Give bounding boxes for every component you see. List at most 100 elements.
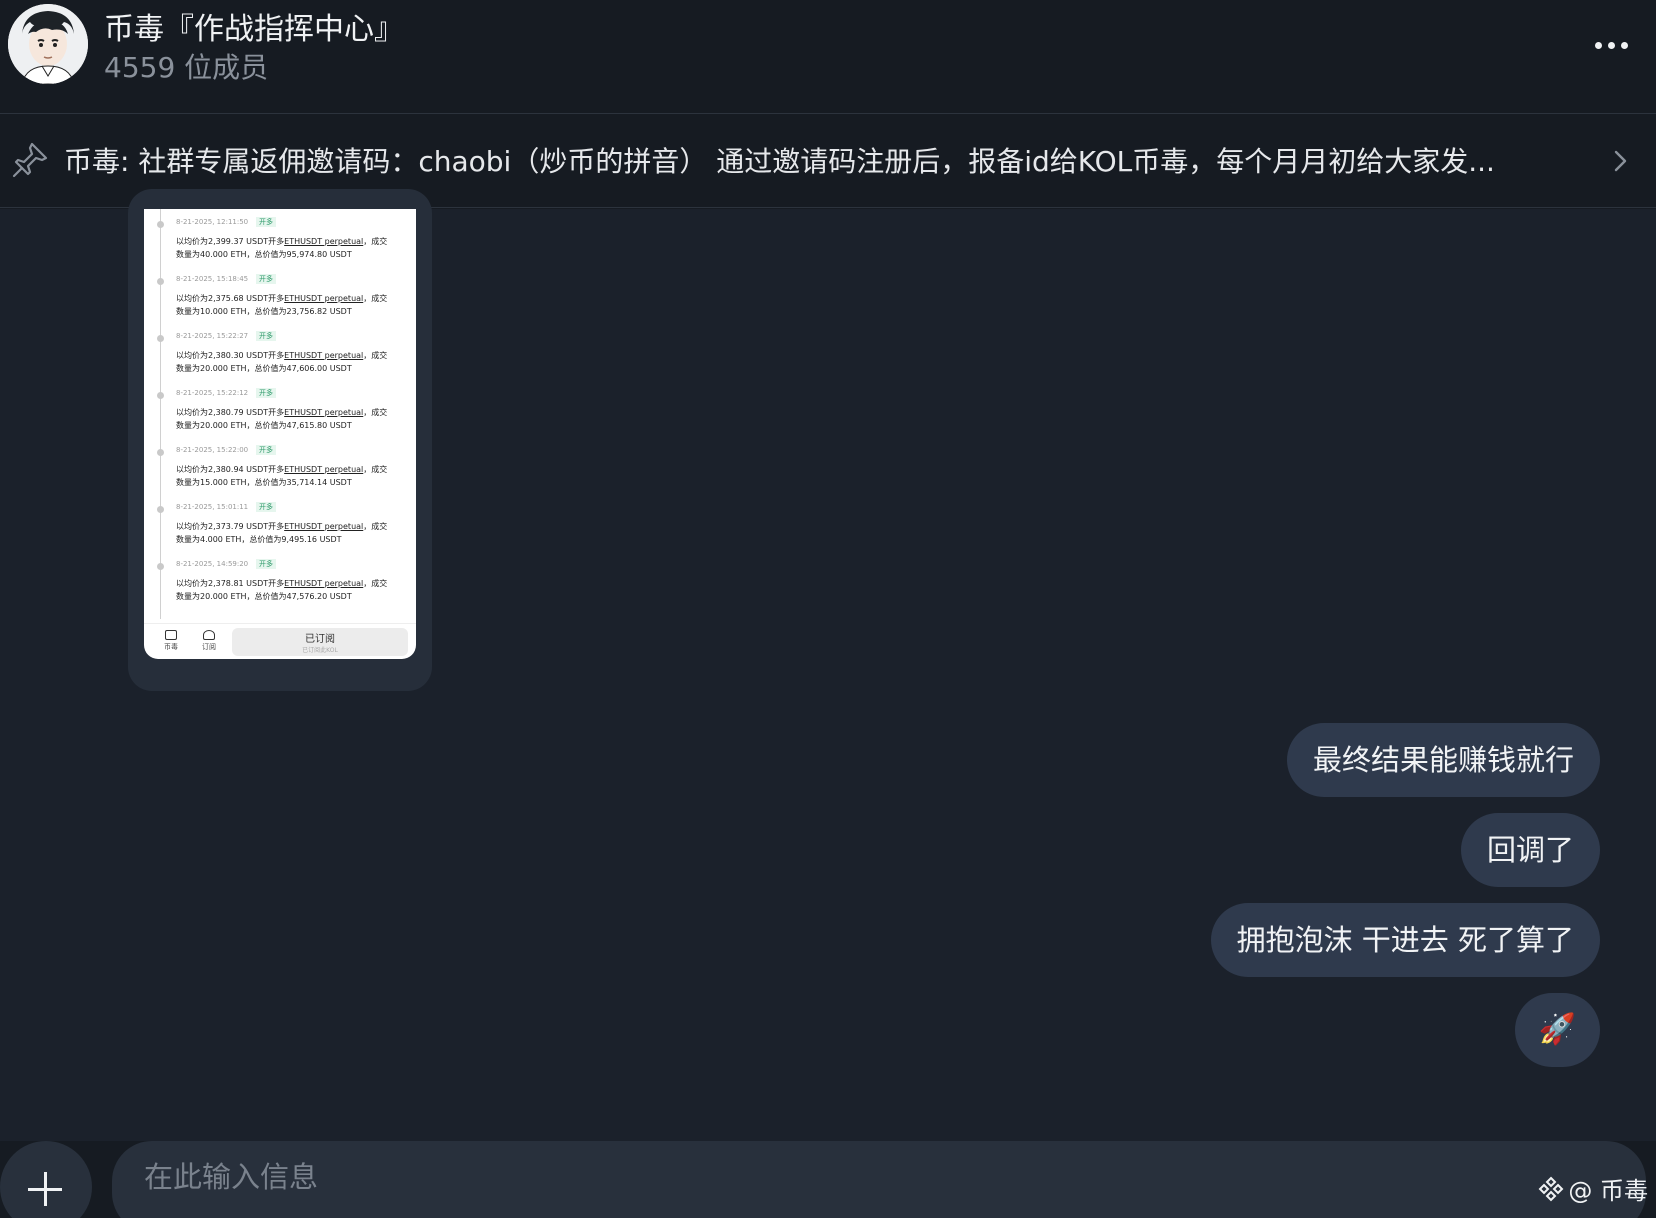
trade-entry: 8-21-2025, 15:22:27 开多以均价为2,380.30 USDT开多… xyxy=(144,323,416,381)
watermark: @ 币毒 xyxy=(1538,1171,1648,1206)
group-title: 币毒『作战指挥中心』 xyxy=(104,12,404,47)
trade-line-1: 以均价为2,380.94 USDT开多ETHUSDT perpetual，成交 xyxy=(176,464,387,475)
more-options-button[interactable] xyxy=(1586,30,1636,60)
trade-symbol-link[interactable]: ETHUSDT perpetual xyxy=(284,294,363,303)
composer-bar: @ 币毒 xyxy=(0,1141,1656,1218)
trade-line-1: 以均价为2,373.79 USDT开多ETHUSDT perpetual，成交 xyxy=(176,521,387,532)
trade-tag: 开多 xyxy=(256,445,276,455)
kol-tab-label: 币毒 xyxy=(164,643,178,651)
trade-entry: 8-21-2025, 15:01:11 开多以均价为2,373.79 USDT开多… xyxy=(144,494,416,552)
trade-tag: 开多 xyxy=(256,388,276,398)
trade-entry: 8-21-2025, 14:59:20 开多以均价为2,378.81 USDT开多… xyxy=(144,551,416,609)
add-attachment-button[interactable] xyxy=(0,1141,92,1218)
trade-symbol-link[interactable]: ETHUSDT perpetual xyxy=(284,351,363,360)
trade-line-2: 数量为20.000 ETH，总价值为47,615.80 USDT xyxy=(176,421,352,430)
trade-price-text: 以均价为2,399.37 USDT开多 xyxy=(176,237,285,246)
member-count: 4559 位成员 xyxy=(104,51,269,84)
trade-line-1: 以均价为2,399.37 USDT开多ETHUSDT perpetual，成交 xyxy=(176,236,387,247)
timeline-dot xyxy=(157,335,164,342)
message-text: 最终结果能赚钱就行 xyxy=(1312,743,1574,777)
kol-tab: 币毒 xyxy=(162,630,180,652)
chat-header: 币毒『作战指挥中心』 4559 位成员 xyxy=(0,0,1656,114)
trade-price-text: 以均价为2,380.94 USDT开多 xyxy=(176,465,285,474)
trade-line-2: 数量为40.000 ETH，总价值为95,974.80 USDT xyxy=(176,250,352,259)
screenshot-bottom-bar: 币毒 订阅 已订阅 已订阅此KOL xyxy=(144,623,416,659)
bell-icon xyxy=(203,630,215,640)
trade-symbol-link[interactable]: ETHUSDT perpetual xyxy=(284,579,363,588)
more-horizontal-icon xyxy=(1594,41,1602,49)
message-bubble[interactable]: 拥抱泡沫 干进去 死了算了 xyxy=(1210,903,1600,977)
pin-icon xyxy=(12,142,48,178)
trade-symbol-link[interactable]: ETHUSDT perpetual xyxy=(284,522,363,531)
timeline-dot xyxy=(157,449,164,456)
message-bubble[interactable]: 最终结果能赚钱就行 xyxy=(1286,723,1600,797)
trade-history-screenshot[interactable]: 8-21-2025, 12:11:50 开多 以均价为2,399.37 USDT开多… xyxy=(144,209,416,659)
trade-tag: 开多 xyxy=(256,331,276,341)
trade-suffix-text: ，成交 xyxy=(363,522,388,531)
trade-tag: 开多 xyxy=(256,217,276,227)
subscribed-sublabel: 已订阅此KOL xyxy=(302,647,338,654)
message-input[interactable] xyxy=(112,1141,1646,1218)
trade-line-1: 以均价为2,380.30 USDT开多ETHUSDT perpetual，成交 xyxy=(176,350,387,361)
square-icon xyxy=(165,630,177,640)
trade-line-2: 数量为15.000 ETH，总价值为35,714.14 USDT xyxy=(176,478,352,487)
subscribed-button: 已订阅 已订阅此KOL xyxy=(232,628,408,656)
trade-date: 8-21-2025, 15:22:00 xyxy=(176,446,249,454)
timeline-dot xyxy=(157,392,164,399)
avatar-illustration xyxy=(8,4,88,84)
trade-price-text: 以均价为2,375.68 USDT开多 xyxy=(176,294,285,303)
trade-line-1: 以均价为2,380.79 USDT开多ETHUSDT perpetual，成交 xyxy=(176,407,387,418)
trade-line-2: 数量为10.000 ETH，总价值为23,756.82 USDT xyxy=(176,307,352,316)
timeline-dot xyxy=(157,563,164,570)
message-text: 回调了 xyxy=(1486,833,1574,867)
trade-suffix-text: ，成交 xyxy=(363,579,388,588)
trade-symbol-link[interactable]: ETHUSDT perpetual xyxy=(284,408,363,417)
trade-symbol-link[interactable]: ETHUSDT perpetual xyxy=(284,465,363,474)
trade-date: 8-21-2025, 15:22:27 xyxy=(176,332,249,340)
trade-line-2: 数量为20.000 ETH，总价值为47,576.20 USDT xyxy=(176,592,352,601)
trade-price-text: 以均价为2,380.79 USDT开多 xyxy=(176,408,285,417)
trade-date: 8-21-2025, 12:11:50 xyxy=(176,218,249,226)
trade-entry: 8-21-2025, 15:22:12 开多 以均价为2,380.79 USDT开多… xyxy=(144,380,416,438)
trade-line-2: 数量为4.000 ETH，总价值为9,495.16 USDT xyxy=(176,535,342,544)
trade-suffix-text: ，成交 xyxy=(363,408,388,417)
trade-date: 8-21-2025, 14:59:20 xyxy=(176,560,249,568)
trade-line-2: 数量为20.000 ETH，总价值为47,606.00 USDT xyxy=(176,364,352,373)
trade-tag: 开多 xyxy=(256,559,276,569)
chevron-right-icon[interactable] xyxy=(1608,146,1632,176)
trade-symbol-link[interactable]: ETHUSDT perpetual xyxy=(284,237,363,246)
emoji-message-bubble[interactable]: 🚀 xyxy=(1514,993,1600,1067)
binance-logo-icon xyxy=(1538,1176,1564,1201)
timeline-dot xyxy=(157,506,164,513)
watermark-text: @ 币毒 xyxy=(1568,1177,1648,1205)
trade-price-text: 以均价为2,378.81 USDT开多 xyxy=(176,579,285,588)
trade-suffix-text: ，成交 xyxy=(363,237,388,246)
subscribe-tab: 订阅 xyxy=(200,630,218,652)
trade-entry: 8-21-2025, 15:18:45 开多以均价为2,375.68 USDT开多… xyxy=(144,266,416,324)
subscribe-tab-label: 订阅 xyxy=(202,643,216,651)
trade-tag: 开多 xyxy=(256,274,276,284)
trade-line-1: 以均价为2,375.68 USDT开多ETHUSDT perpetual，成交 xyxy=(176,293,387,304)
pinned-message-text: 币毒: 社群专属返佣邀请码：chaobi（炒币的拼音） 通过邀请码注册后，报备i… xyxy=(64,145,1495,178)
trade-line-1: 以均价为2,378.81 USDT开多ETHUSDT perpetual，成交 xyxy=(176,578,387,589)
trade-suffix-text: ，成交 xyxy=(363,465,388,474)
trade-date: 8-21-2025, 15:18:45 xyxy=(176,275,249,283)
more-horizontal-icon xyxy=(1620,41,1628,49)
trade-tag: 开多 xyxy=(256,502,276,512)
timeline-dot xyxy=(157,221,164,228)
chat-messages[interactable]: 8-21-2025, 12:11:50 开多 以均价为2,399.37 USDT开多… xyxy=(0,189,1656,1141)
trade-price-text: 以均价为2,373.79 USDT开多 xyxy=(176,522,285,531)
trade-suffix-text: ，成交 xyxy=(363,294,388,303)
trade-entry: 8-21-2025, 15:22:00 开多以均价为2,380.94 USDT开多… xyxy=(144,437,416,495)
image-message[interactable]: 8-21-2025, 12:11:50 开多 以均价为2,399.37 USDT开多… xyxy=(128,189,432,691)
trade-date: 8-21-2025, 15:01:11 xyxy=(176,503,249,511)
message-text: 拥抱泡沫 干进去 死了算了 xyxy=(1236,923,1574,957)
message-bubble[interactable]: 回调了 xyxy=(1460,813,1600,887)
trade-price-text: 以均价为2,380.30 USDT开多 xyxy=(176,351,285,360)
rocket-emoji: 🚀 xyxy=(1538,1012,1576,1047)
more-horizontal-icon xyxy=(1607,41,1615,49)
trade-entry: 8-21-2025, 12:11:50 开多以均价为2,399.37 USDT开多… xyxy=(144,209,416,267)
group-avatar[interactable] xyxy=(8,4,88,84)
subscribed-label: 已订阅 xyxy=(305,634,335,645)
timeline-dot xyxy=(157,278,164,285)
